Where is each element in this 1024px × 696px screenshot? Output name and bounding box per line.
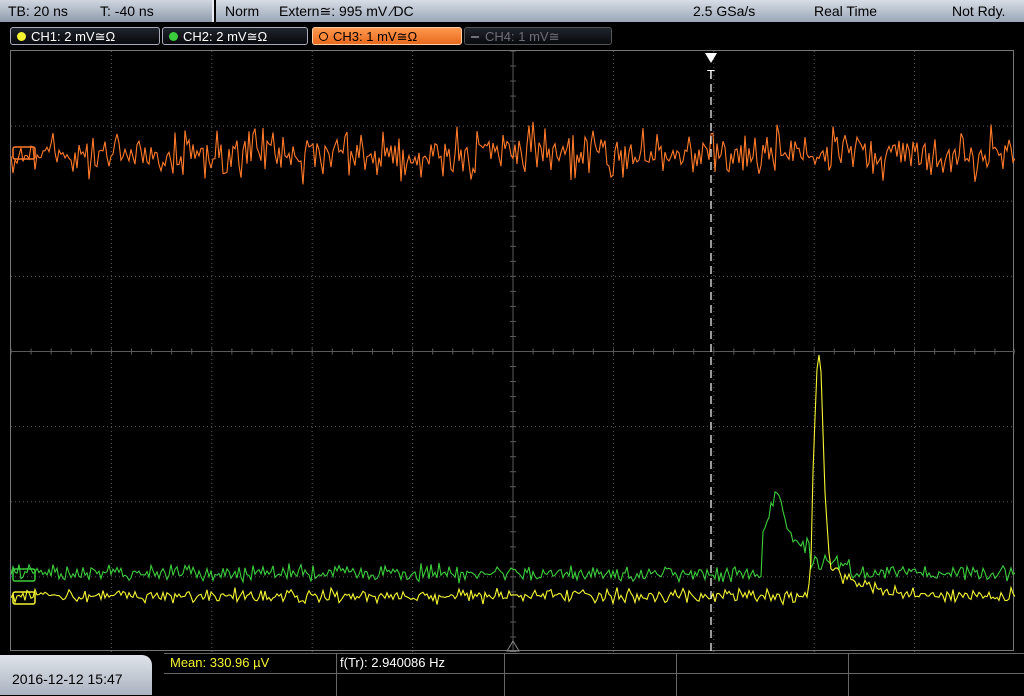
measurement-cell-5[interactable] (848, 653, 1024, 696)
channel-4-indicator-icon (471, 36, 479, 38)
trigger-marker-label: T (707, 67, 715, 82)
waveform-display[interactable]: T (10, 50, 1015, 652)
channel-4-label: CH4: 1 mV≅ (485, 29, 560, 44)
channel-1-tab[interactable]: CH1: 2 mV≅Ω (10, 27, 160, 45)
channel-3-label: CH3: 1 mV≅Ω (333, 29, 418, 44)
datetime-box: 2016-12-12 15:47 (0, 655, 152, 695)
datetime-label: 2016-12-12 15:47 (12, 671, 123, 687)
timebase-label: TB: 20 ns (8, 3, 68, 19)
channel-tabs: CH1: 2 mV≅Ω CH2: 2 mV≅Ω CH3: 1 mV≅Ω CH4:… (0, 24, 1024, 50)
channel-3-indicator-icon (319, 32, 328, 41)
measurement-cell-4[interactable] (676, 653, 849, 696)
measurement-divider (164, 673, 1024, 674)
waveform-canvas: T (11, 51, 1015, 652)
acquisition-box[interactable]: Norm Extern≅: 995 mV ∕DC 2.5 GSa/s Real … (216, 0, 1024, 22)
trigger-arrow-icon (705, 53, 717, 63)
measurement-bar: Mean: 330.96 µV f(Tr): 2.940086 Hz (164, 653, 1024, 696)
sample-rate-label: 2.5 GSa/s (693, 3, 756, 19)
status-label: Not Rdy. (952, 3, 1006, 19)
timebase-box[interactable]: TB: 20 ns T: -40 ns (0, 0, 214, 22)
realtime-label: Real Time (814, 3, 878, 19)
channel-4-tab[interactable]: CH4: 1 mV≅ (464, 27, 612, 45)
trigger-source-label: Extern≅: 995 mV ∕DC (279, 3, 414, 19)
channel-2-tab[interactable]: CH2: 2 mV≅Ω (162, 27, 308, 45)
channel-1-label: CH1: 2 mV≅Ω (31, 29, 116, 44)
mean-measurement: Mean: 330.96 µV (170, 655, 270, 670)
channel-2-indicator-icon (169, 32, 178, 41)
status-bar: TB: 20 ns T: -40 ns Norm Extern≅: 995 mV… (0, 0, 1024, 24)
measurement-cell-3[interactable] (504, 653, 677, 696)
channel-2-label: CH2: 2 mV≅Ω (183, 29, 268, 44)
channel-1-indicator-icon (17, 32, 26, 41)
trigger-offset-label: T: -40 ns (100, 3, 154, 19)
trigger-mode-label: Norm (225, 3, 260, 19)
frequency-measurement: f(Tr): 2.940086 Hz (340, 655, 446, 670)
channel-3-tab[interactable]: CH3: 1 mV≅Ω (312, 27, 462, 45)
